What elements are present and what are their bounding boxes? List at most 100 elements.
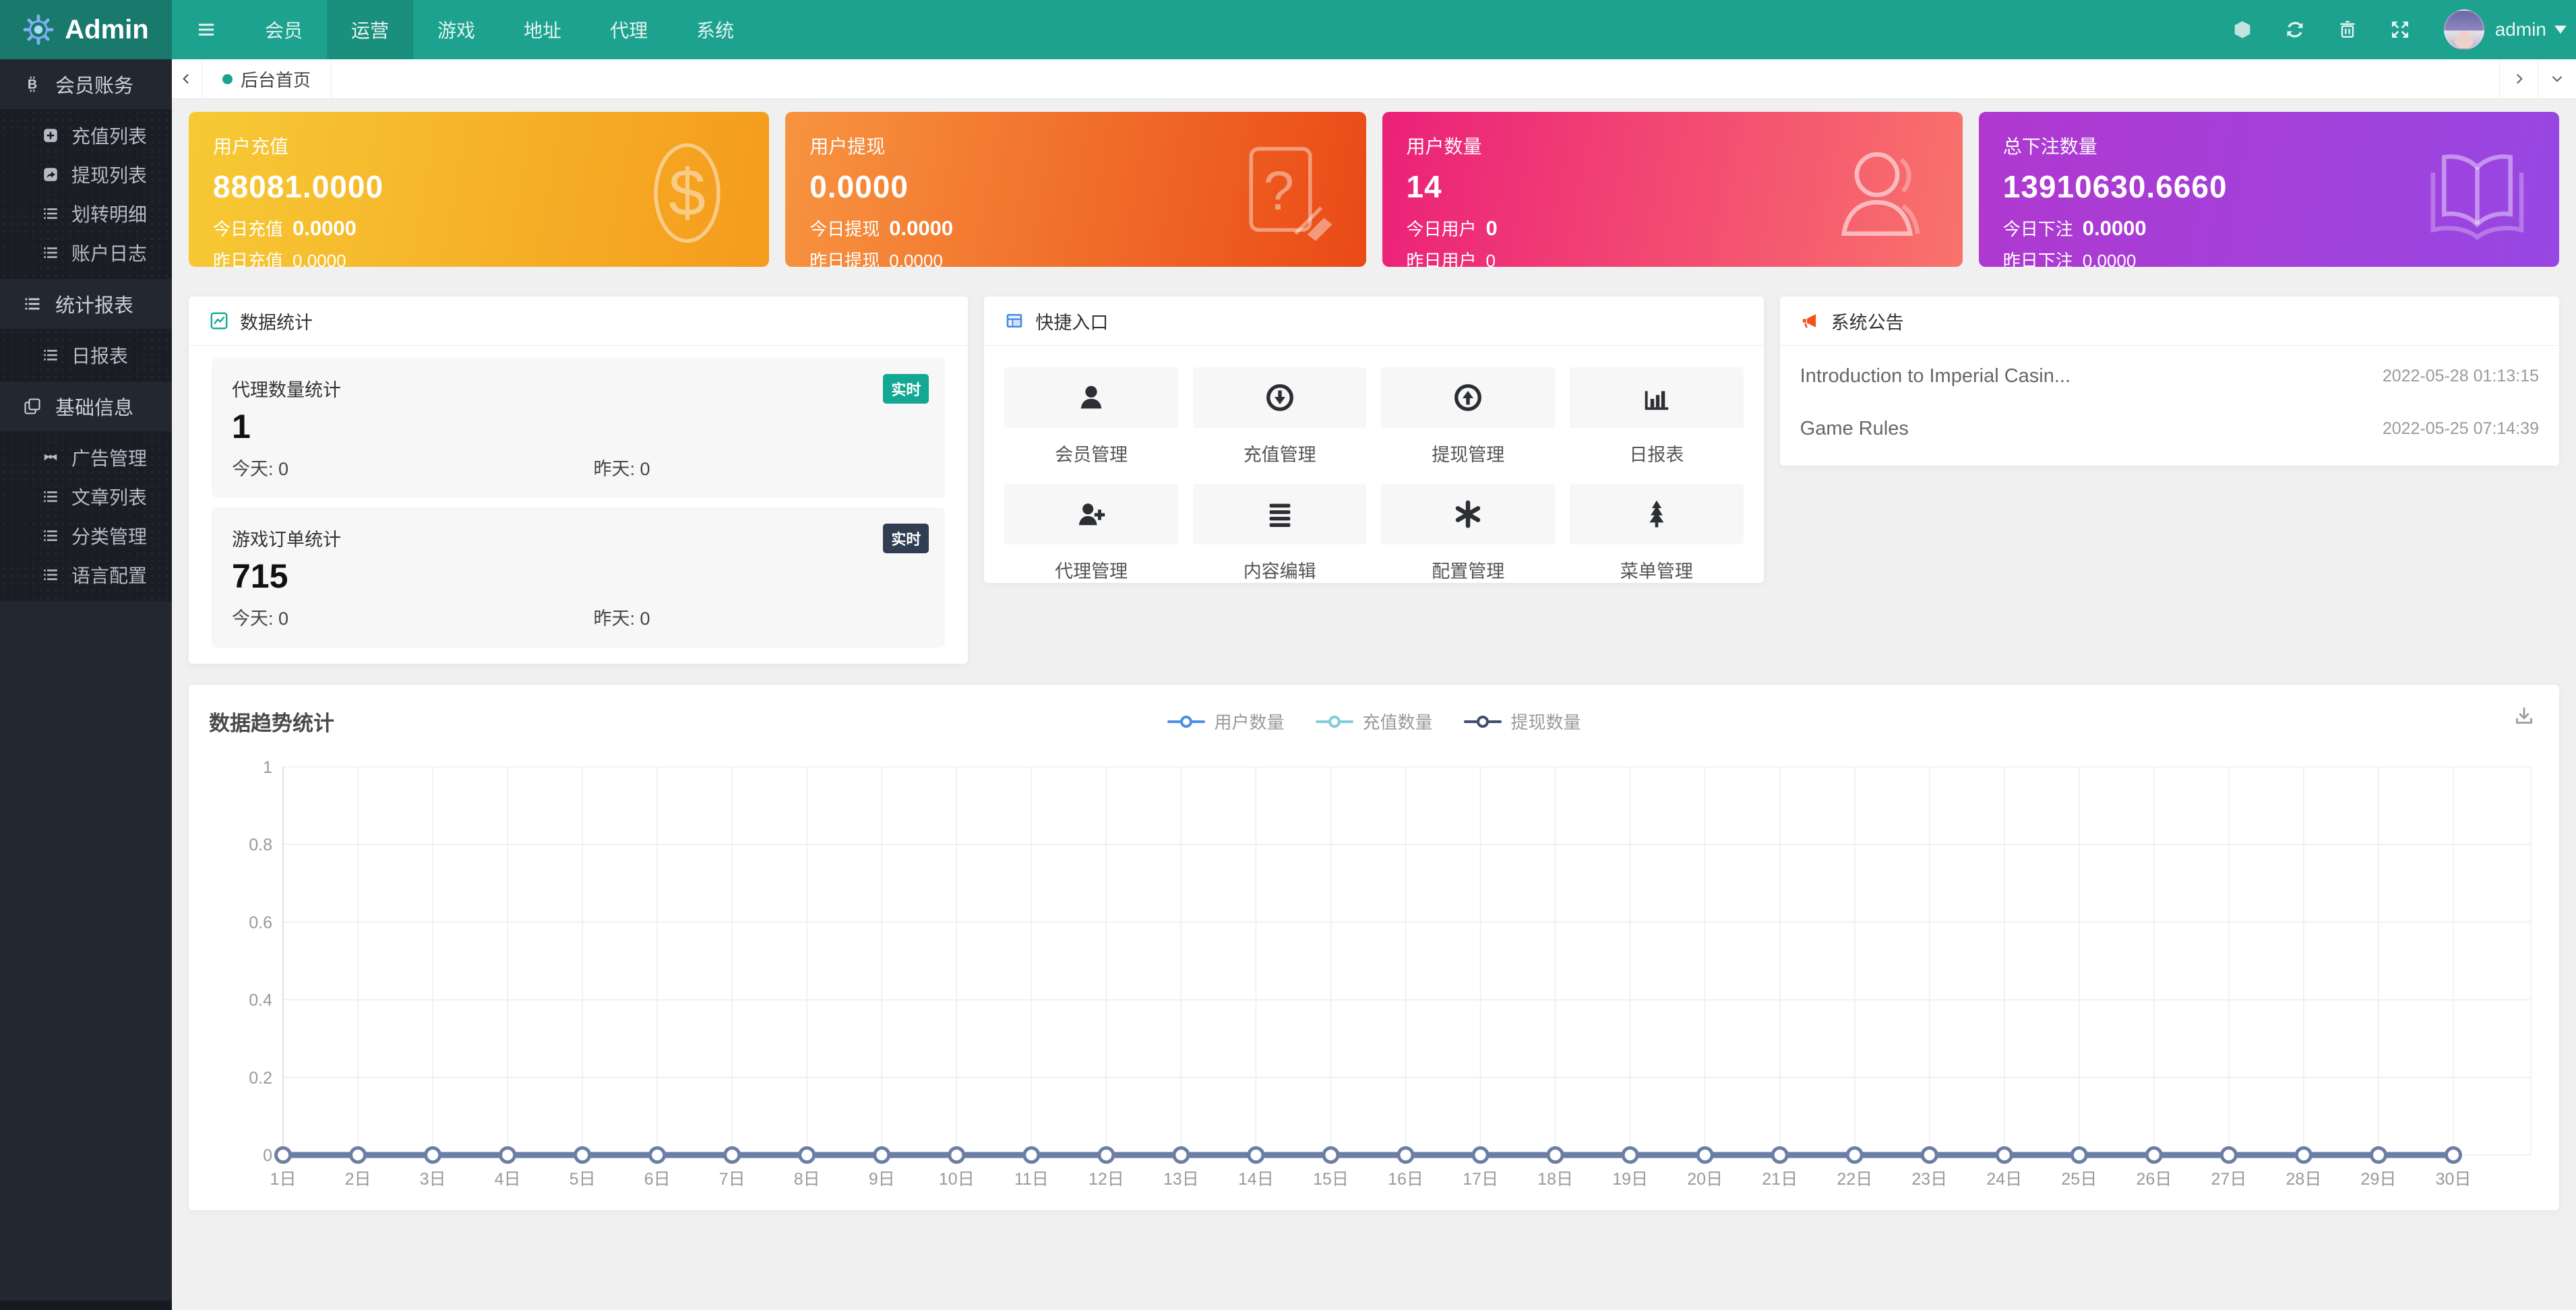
- trash-icon: [2337, 19, 2358, 40]
- sidebar-item-label: 账户日志: [71, 239, 147, 266]
- quick-tile: [1570, 367, 1744, 428]
- quick-tile: [1193, 484, 1367, 544]
- sidebar-item-account-log[interactable]: 账户日志: [0, 233, 172, 272]
- stat-cards-row: 用户充值 88081.0000 今日充值0.0000 昨日充值0.0000 $ …: [189, 112, 2559, 267]
- sidebar-section-statistics[interactable]: 统计报表: [0, 279, 172, 329]
- tree-icon: [1641, 499, 1672, 530]
- quick-entry-member-management[interactable]: 会员管理: [1004, 367, 1178, 466]
- quick-entry-label: 配置管理: [1381, 557, 1555, 583]
- yesterday-value: 0: [640, 459, 650, 479]
- caret-down-icon: [2554, 26, 2567, 34]
- card-yesterday-value: 0.0000: [889, 251, 943, 267]
- tab-label: 后台首页: [241, 67, 311, 92]
- user-plus-icon: [1076, 499, 1107, 530]
- sidebar-item-transfer-details[interactable]: 划转明细: [0, 194, 172, 233]
- sidebar-section-basic-info[interactable]: 基础信息: [0, 381, 172, 431]
- app-title: Admin: [65, 15, 148, 45]
- today-value: 0: [278, 459, 288, 479]
- trend-chart-panel: 数据趋势统计 用户数量 充值数量 提现数量 00.20.40.60.811日2日…: [189, 685, 2559, 1210]
- sidebar-item-label: 文章列表: [71, 483, 147, 510]
- nav-item-operations[interactable]: 运营: [327, 0, 413, 59]
- quick-entry-menu-management[interactable]: 菜单管理: [1570, 484, 1744, 583]
- quick-entry-label: 会员管理: [1004, 440, 1178, 466]
- sidebar-item-label: 语言配置: [71, 561, 147, 588]
- user-icon: [1076, 382, 1107, 413]
- svg-text:28日: 28日: [2286, 1170, 2322, 1189]
- quick-entry-config-management[interactable]: 配置管理: [1381, 484, 1555, 583]
- fullscreen-icon: [2389, 19, 2411, 40]
- nav-item-addresses[interactable]: 地址: [499, 0, 586, 59]
- refresh-icon: [2284, 19, 2306, 40]
- card-yesterday-value: 0.0000: [2083, 251, 2137, 267]
- tabs-scroll-left-button[interactable]: [172, 59, 202, 98]
- sidebar-item-daily-report[interactable]: 日报表: [0, 336, 172, 375]
- svg-text:0.8: 0.8: [249, 836, 272, 854]
- sidebar-item-recharge-list[interactable]: 充值列表: [0, 116, 172, 155]
- quick-entry-agent-management[interactable]: 代理管理: [1004, 484, 1178, 583]
- tabs-scroll-right-button[interactable]: [2499, 59, 2538, 98]
- tab-dashboard-home[interactable]: 后台首页: [202, 59, 332, 98]
- fullscreen-button[interactable]: [2374, 19, 2426, 40]
- card-yesterday-label: 昨日下注: [2003, 247, 2073, 267]
- stat-box-value: 1: [232, 407, 925, 446]
- legend-recharge-count[interactable]: 充值数量: [1315, 709, 1432, 734]
- svg-text:18日: 18日: [1537, 1170, 1573, 1189]
- svg-text:11日: 11日: [1014, 1170, 1049, 1189]
- nav-hamburger[interactable]: [172, 0, 241, 59]
- quick-entry-content-editing[interactable]: 内容编辑: [1193, 484, 1367, 583]
- gear-icon: [23, 14, 54, 45]
- chart-title: 数据趋势统计: [209, 706, 334, 737]
- svg-text:22日: 22日: [1837, 1170, 1872, 1189]
- language-button[interactable]: [2216, 19, 2269, 40]
- card-today-label: 今日充值: [213, 216, 283, 241]
- yesterday-value: 0: [640, 609, 650, 629]
- refresh-button[interactable]: [2269, 19, 2321, 40]
- nav-item-games[interactable]: 游戏: [413, 0, 499, 59]
- stat-box-value: 715: [232, 557, 925, 596]
- active-tab-dot: [222, 74, 233, 84]
- svg-text:?: ?: [1263, 160, 1294, 222]
- chevron-left-icon: [178, 70, 195, 88]
- list-icon: [42, 205, 59, 222]
- user-avatar[interactable]: [2444, 9, 2484, 50]
- svg-text:0: 0: [263, 1146, 272, 1165]
- sidebar-section-member-accounts[interactable]: B 会员账务: [0, 59, 172, 109]
- sidebar-item-withdraw-list[interactable]: 提现列表: [0, 155, 172, 194]
- sidebar-item-language-config[interactable]: 语言配置: [0, 555, 172, 594]
- yesterday-label: 昨天:: [594, 459, 636, 479]
- card-today-label: 今日下注: [2003, 216, 2073, 241]
- quick-entry-grid: 会员管理 充值管理 提现管理: [984, 346, 1763, 583]
- stat-card-user-withdraw: 用户提现 0.0000 今日提现0.0000 昨日提现0.0000 ?: [785, 112, 1366, 267]
- legend-label: 充值数量: [1362, 709, 1432, 734]
- panel-title: 快捷入口: [1035, 308, 1108, 334]
- clear-cache-button[interactable]: [2321, 19, 2374, 40]
- quick-entry-recharge-management[interactable]: 充值管理: [1193, 367, 1367, 466]
- legend-withdraw-count[interactable]: 提现数量: [1464, 709, 1581, 734]
- svg-text:5日: 5日: [570, 1170, 596, 1189]
- user-outline-icon: [1822, 134, 1940, 252]
- quick-entry-header: 快捷入口: [984, 297, 1763, 346]
- sidebar-item-category-management[interactable]: 分类管理: [0, 516, 172, 555]
- nav-item-agents[interactable]: 代理: [586, 0, 672, 59]
- quick-entry-withdraw-management[interactable]: 提现管理: [1381, 367, 1555, 466]
- legend-user-count[interactable]: 用户数量: [1167, 709, 1284, 734]
- quick-tile: [1004, 484, 1178, 544]
- nav-item-system[interactable]: 系统: [672, 0, 758, 59]
- quick-entry-daily-report[interactable]: 日报表: [1570, 367, 1744, 466]
- nav-item-members[interactable]: 会员: [241, 0, 327, 59]
- asterisk-icon: [1452, 499, 1483, 530]
- tabs-menu-button[interactable]: [2538, 59, 2576, 98]
- card-today-value: 0.0000: [2083, 216, 2147, 241]
- share-icon: [42, 166, 59, 183]
- notice-time: 2022-05-25 07:14:39: [2383, 419, 2539, 439]
- user-menu[interactable]: admin: [2495, 19, 2567, 40]
- notice-item[interactable]: Game Rules 2022-05-25 07:14:39: [1800, 402, 2539, 455]
- sidebar-item-article-list[interactable]: 文章列表: [0, 477, 172, 516]
- download-icon[interactable]: [2512, 704, 2536, 728]
- list-icon: [42, 566, 59, 584]
- svg-text:12日: 12日: [1088, 1170, 1124, 1189]
- notice-item[interactable]: Introduction to Imperial Casin... 2022-0…: [1800, 350, 2539, 402]
- quick-entry-panel: 快捷入口 会员管理 充值管理: [984, 297, 1763, 583]
- sidebar-submenu-basic-info: 广告管理 文章列表 分类管理 语言配置: [0, 431, 172, 601]
- sidebar-item-ad-management[interactable]: 广告管理: [0, 438, 172, 477]
